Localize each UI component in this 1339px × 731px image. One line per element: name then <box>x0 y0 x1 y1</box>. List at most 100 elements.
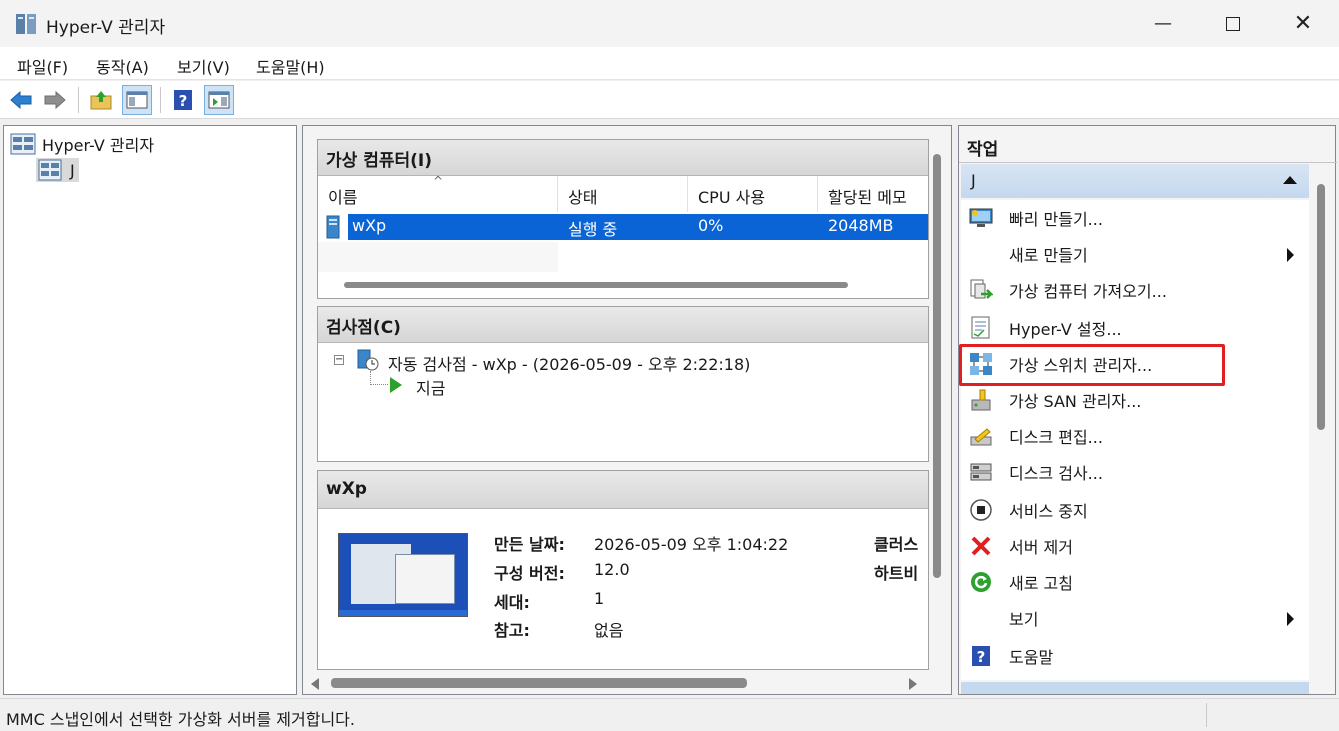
up-folder-button[interactable] <box>86 85 116 115</box>
action-hyperv-settings[interactable]: Hyper-V 설정... <box>961 310 1301 346</box>
remove-server-icon <box>969 534 993 558</box>
status-text: MMC 스냅인에서 선택한 가상화 서버를 제거합니다. <box>6 710 355 729</box>
thumbnail-window <box>395 554 455 604</box>
actions-group-header[interactable]: J <box>961 164 1309 198</box>
horizontal-scroll-thumb[interactable] <box>331 678 747 688</box>
status-divider <box>1206 703 1207 727</box>
highlight-box <box>959 344 1225 386</box>
menu-action[interactable]: 동작(A) <box>96 54 149 78</box>
action-help[interactable]: ? 도움말 <box>961 638 1301 674</box>
help-icon: ? <box>174 90 192 110</box>
actions-divider <box>959 162 1337 163</box>
minimize-button[interactable]: — <box>1128 0 1198 47</box>
collapse-toggle[interactable]: − <box>334 355 344 365</box>
tree-server-node[interactable]: J <box>36 158 79 182</box>
tree-root[interactable]: Hyper-V 관리자 <box>10 132 154 156</box>
center-vertical-scrollbar[interactable] <box>933 154 941 578</box>
toolbar: ? <box>0 81 1339 119</box>
menu-view[interactable]: 보기(V) <box>177 54 230 78</box>
vm-horizontal-scrollbar[interactable] <box>344 282 848 288</box>
up-folder-icon <box>90 91 112 110</box>
action-import-vm[interactable]: 가상 컴퓨터 가져오기... <box>961 272 1301 308</box>
menu-help[interactable]: 도움말(H) <box>256 54 325 78</box>
action-stop-service[interactable]: 서비스 중지 <box>961 492 1301 528</box>
show-hide-tree-button[interactable] <box>122 85 152 115</box>
status-bar: MMC 스냅인에서 선택한 가상화 서버를 제거합니다. <box>0 698 1339 731</box>
config-version-label: 구성 버전: <box>494 564 565 583</box>
maximize-button[interactable] <box>1198 0 1268 47</box>
generation-label: 세대: <box>494 593 530 612</box>
vm-state: 실행 중 <box>568 220 618 239</box>
close-icon: ✕ <box>1293 11 1313 36</box>
svg-text:?: ? <box>977 648 986 666</box>
col-cpu[interactable]: CPU 사용 <box>688 176 818 212</box>
checkpoint-section-title: 검사점(C) <box>318 307 928 343</box>
col-memory[interactable]: 할당된 메모 <box>818 176 928 212</box>
close-button[interactable]: ✕ <box>1268 0 1338 47</box>
now-play-icon <box>390 377 402 393</box>
action-refresh[interactable]: 새로 고침 <box>961 564 1301 600</box>
toolbar-separator <box>160 87 161 113</box>
settings-doc-icon <box>969 316 993 340</box>
thumbnail-taskbar <box>339 610 467 616</box>
svg-text:?: ? <box>179 92 188 110</box>
server-icon <box>38 159 62 181</box>
heartbeat-label: 하트비 <box>874 564 919 583</box>
hyperv-app-icon <box>14 12 38 36</box>
hyperv-manager-icon <box>10 133 36 155</box>
forward-button[interactable] <box>40 85 70 115</box>
config-version-value: 12.0 <box>594 560 630 579</box>
submenu-arrow-icon <box>1287 248 1294 262</box>
checkpoint-label[interactable]: 자동 검사점 - wXp - (2026-05-09 - 오후 2:22:18) <box>388 351 750 375</box>
collapse-up-icon[interactable] <box>1283 176 1297 184</box>
blank-icon <box>969 242 993 266</box>
action-new[interactable]: 새로 만들기 <box>961 236 1301 272</box>
col-state[interactable]: 상태 <box>558 176 688 212</box>
vm-thumbnail[interactable] <box>338 533 468 617</box>
actions-pane: 작업 J 빠리 만들기... 새로 만들기 가상 컴퓨터 가져오기... Hyp… <box>958 125 1337 695</box>
import-vm-icon <box>969 278 993 302</box>
now-label[interactable]: 지금 <box>416 375 445 399</box>
generation-value: 1 <box>594 589 605 608</box>
notes-value: 없음 <box>594 621 624 640</box>
table-row[interactable]: wXp 실행 중 0% 2048MB <box>318 212 928 242</box>
created-value: 2026-05-09 오후 1:04:22 <box>594 535 789 554</box>
action-view[interactable]: 보기 <box>961 600 1301 636</box>
action-inspect-disk[interactable]: 디스크 검사... <box>961 454 1301 490</box>
action-edit-disk[interactable]: 디스크 편집... <box>961 418 1301 454</box>
quick-create-icon <box>969 206 993 230</box>
menu-file[interactable]: 파일(F) <box>17 54 68 78</box>
window-title: Hyper-V 관리자 <box>46 18 166 38</box>
vm-name: wXp <box>352 216 387 235</box>
scroll-right-icon[interactable] <box>909 678 917 690</box>
tree-connector <box>370 371 388 385</box>
toolbar-separator <box>78 87 79 113</box>
actions-list: 빠리 만들기... 새로 만들기 가상 컴퓨터 가져오기... Hyper-V … <box>959 200 1309 680</box>
vm-icon <box>326 215 340 239</box>
submenu-arrow-icon <box>1287 612 1294 626</box>
maximize-icon <box>1226 16 1240 31</box>
center-horizontal-scrollbar[interactable] <box>309 674 925 692</box>
action-remove-server[interactable]: 서버 제거 <box>961 528 1301 564</box>
row-gutter <box>318 242 558 272</box>
help-button[interactable]: ? <box>168 85 198 115</box>
cluster-label: 클러스 <box>874 535 919 554</box>
action-virtual-san-manager[interactable]: 가상 SAN 관리자... <box>961 382 1301 418</box>
forward-arrow-icon <box>44 90 66 110</box>
details-section-title: wXp <box>318 471 928 509</box>
scroll-left-icon[interactable] <box>311 678 319 690</box>
console-tree-icon <box>126 91 148 109</box>
console-tree: Hyper-V 관리자 J <box>3 125 297 695</box>
notes-label: 참고: <box>494 621 530 640</box>
vm-cpu: 0% <box>698 216 724 235</box>
action-quick-create[interactable]: 빠리 만들기... <box>961 200 1301 236</box>
title-bar: Hyper-V 관리자 — ✕ <box>0 0 1339 47</box>
actions-vertical-scrollbar[interactable] <box>1317 184 1325 430</box>
stop-service-icon <box>969 498 993 522</box>
checkpoint-section: 검사점(C) − 자동 검사점 - wXp - (2026-05-09 - 오후… <box>317 306 929 462</box>
actions-group-label: J <box>971 171 976 190</box>
inspect-disk-icon <box>969 460 993 484</box>
show-hide-action-button[interactable] <box>204 85 234 115</box>
back-button[interactable] <box>6 85 36 115</box>
vm-section-title: 가상 컴퓨터(I) <box>318 140 928 176</box>
